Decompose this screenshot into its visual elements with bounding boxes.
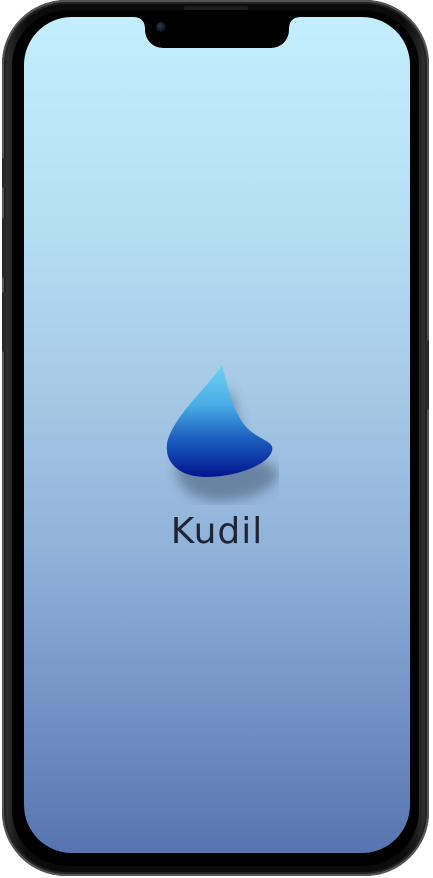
app-name-title: Kudil (170, 511, 264, 552)
water-drop-logo-icon (166, 365, 279, 502)
power-button (425, 340, 429, 410)
volume-up-button (2, 218, 6, 278)
notch (135, 17, 299, 48)
volume-down-button (2, 292, 6, 352)
earpiece-speaker (184, 6, 248, 10)
app-logo (164, 345, 279, 505)
silent-switch (2, 158, 6, 188)
splash-screen: Kudil (24, 17, 410, 853)
front-camera-icon (156, 22, 166, 32)
